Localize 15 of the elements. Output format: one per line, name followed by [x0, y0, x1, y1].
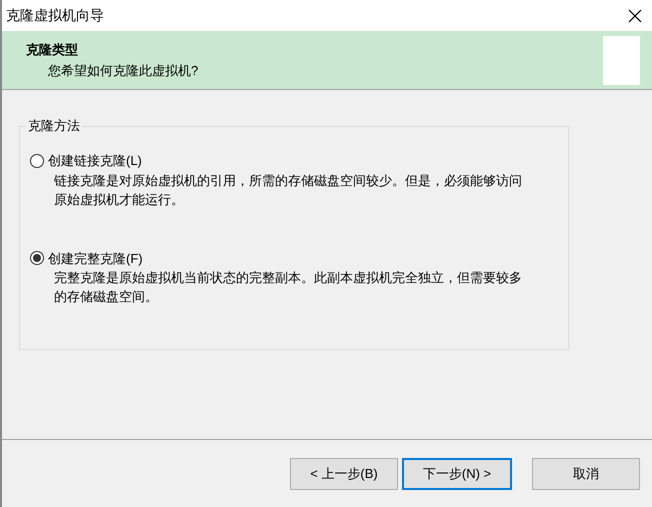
header-image: [603, 36, 640, 84]
wizard-button[interactable]: 取消: [532, 458, 640, 490]
radio-button[interactable]: [30, 154, 44, 168]
option-description: 链接克隆是对原始虚拟机的引用，所需的存储磁盘空间较少。但是，必须能够访问原始虚拟机才能运行。: [54, 172, 523, 208]
radio-button[interactable]: [30, 251, 44, 266]
close-icon[interactable]: [628, 8, 642, 22]
option-description: 完整克隆是原始虚拟机当前状态的完整副本。此副本虚拟机完全独立，但需要较多的存储磁盘空间。: [54, 269, 523, 306]
page-title: 克隆类型: [26, 40, 79, 58]
group-label: 克隆方法: [26, 118, 82, 134]
radio-label[interactable]: 创建完整克隆(F): [48, 248, 143, 268]
wizard-button[interactable]: 下一步(N) >: [402, 458, 512, 490]
radio-label[interactable]: 创建链接克隆(L): [48, 151, 142, 170]
window-title: 克隆虚拟机向导: [6, 6, 104, 25]
wizard-button[interactable]: < 上一步(B): [290, 458, 398, 490]
page-subtitle: 您希望如何克隆此虚拟机?: [47, 62, 198, 80]
